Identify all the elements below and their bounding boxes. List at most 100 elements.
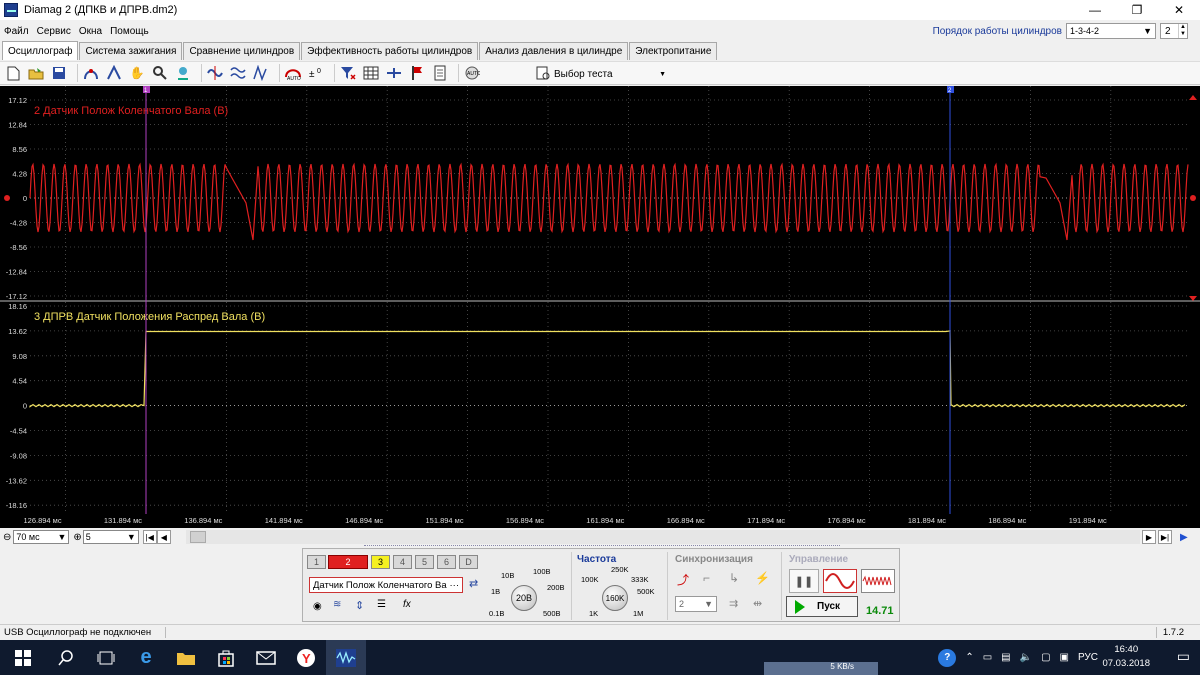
search-icon[interactable]: [46, 640, 86, 675]
notifications-icon[interactable]: ▭: [1177, 648, 1190, 665]
voltage-knob[interactable]: 20В: [511, 585, 537, 611]
peaks-icon[interactable]: [252, 64, 270, 82]
sync-collapse-icon[interactable]: ⇹: [753, 597, 762, 610]
tab-oscilloscope[interactable]: Осциллограф: [2, 41, 79, 60]
cursors-icon[interactable]: [385, 64, 403, 82]
tab-ignition[interactable]: Система зажигания: [79, 42, 183, 60]
help-icon[interactable]: ?: [938, 648, 957, 667]
network-icon[interactable]: ▤: [1001, 652, 1010, 663]
refresh-icon[interactable]: ⇄: [469, 577, 478, 590]
edge-browser-icon[interactable]: e: [126, 640, 166, 675]
channel-d-button[interactable]: D: [459, 555, 478, 569]
save-icon[interactable]: [50, 64, 68, 82]
store-icon[interactable]: [206, 640, 246, 675]
channel-4-button[interactable]: 4: [393, 555, 412, 569]
prev-page-button[interactable]: ◀: [156, 530, 171, 544]
single-mode-button[interactable]: [823, 569, 857, 593]
play-icon[interactable]: ▶: [1180, 532, 1188, 543]
next-page-button[interactable]: ▶: [1142, 530, 1156, 544]
channel-6-button[interactable]: 6: [437, 555, 456, 569]
last-page-button[interactable]: ▶|: [1158, 530, 1172, 544]
ch2-zero-marker-right[interactable]: [1190, 195, 1196, 201]
media-icon[interactable]: ▣: [1060, 652, 1069, 663]
falling-edge-icon[interactable]: ⌐: [703, 571, 710, 585]
sync-channel-select[interactable]: 2 ▼: [675, 596, 717, 612]
hand-pan-icon[interactable]: ✋: [128, 64, 146, 82]
frames-select[interactable]: 5 ▼: [82, 530, 139, 544]
ch2-zero-marker[interactable]: [4, 195, 10, 201]
zoom-in-icon[interactable]: ⊕: [73, 532, 81, 543]
new-file-icon[interactable]: [4, 64, 22, 82]
freq-label-1k: 1K: [589, 609, 599, 618]
stepper-arrows-icon[interactable]: ▲ ▼: [1178, 24, 1187, 38]
channel-2-button[interactable]: 2: [328, 555, 368, 569]
chevron-up-icon[interactable]: ⌃: [965, 652, 973, 663]
channel-name-field[interactable]: Датчик Полож Коленчатого Ва ···: [309, 577, 463, 593]
vertical-scale-icon[interactable]: ⇕: [355, 599, 364, 612]
channel-5-button[interactable]: 5: [415, 555, 434, 569]
close-button[interactable]: ✕: [1158, 0, 1200, 20]
tab-cylinder-compare[interactable]: Сравнение цилиндров: [183, 42, 301, 60]
open-folder-icon[interactable]: [27, 64, 45, 82]
ellipsis-icon[interactable]: ···: [450, 580, 460, 591]
lines-icon[interactable]: ☰: [377, 599, 386, 610]
language-indicator[interactable]: РУС: [1078, 652, 1098, 663]
channel-3-button[interactable]: 3: [371, 555, 390, 569]
file-explorer-icon[interactable]: [166, 640, 206, 675]
horizontal-scrollbar[interactable]: [186, 530, 1140, 544]
wave-filter-icon[interactable]: ≋: [333, 599, 341, 610]
menu-windows[interactable]: Окна: [75, 26, 106, 37]
tab-pressure-analysis[interactable]: Анализ давления в цилиндре: [479, 42, 629, 60]
task-view-icon[interactable]: [86, 640, 126, 675]
tab-power-supply[interactable]: Электропитание: [629, 42, 718, 60]
test-select[interactable]: Выбор теста ▼: [536, 65, 668, 83]
zero-icon[interactable]: ±0: [307, 64, 325, 82]
grid-icon[interactable]: [362, 64, 380, 82]
marker-flag-icon[interactable]: [408, 64, 426, 82]
scroll-up-icon[interactable]: [1189, 95, 1197, 100]
eye-icon[interactable]: ◉: [313, 601, 322, 612]
overlay-icon[interactable]: [229, 64, 247, 82]
timebase-select[interactable]: 70 мс ▼: [13, 530, 70, 544]
pause-button[interactable]: ❚❚: [789, 569, 819, 593]
tab-cylinder-efficiency[interactable]: Эффективность работы цилиндров: [301, 42, 479, 60]
scale-signal-icon[interactable]: [206, 64, 224, 82]
yandex-browser-icon[interactable]: Y: [286, 640, 326, 675]
start-button[interactable]: Пуск: [786, 596, 858, 617]
mail-icon[interactable]: [246, 640, 286, 675]
rising-edge-icon[interactable]: ⤴: [677, 571, 689, 588]
volume-icon[interactable]: 🔈: [1020, 652, 1032, 663]
measure-icon[interactable]: [105, 64, 123, 82]
scroll-thumb[interactable]: [190, 531, 206, 543]
oscilloscope-display[interactable]: 2 Датчик Полож Коленчатого Вала (В) 3 ДП…: [0, 86, 1200, 528]
zoom-icon[interactable]: [151, 64, 169, 82]
edge-down-icon[interactable]: ↳: [729, 571, 739, 585]
fit-icon[interactable]: [174, 64, 192, 82]
zoom-out-icon[interactable]: ⊖: [3, 532, 11, 543]
firing-order-stepper[interactable]: 2 ▲ ▼: [1160, 23, 1188, 39]
frequency-knob[interactable]: 160K: [602, 585, 628, 611]
diamag-app-icon[interactable]: [326, 640, 366, 675]
firing-order-select[interactable]: 1-3-4-2 ▼: [1066, 23, 1156, 39]
minimize-button[interactable]: —: [1074, 0, 1116, 20]
sync-arrows-icon[interactable]: ⇉: [729, 597, 738, 610]
trigger-icon[interactable]: [82, 64, 100, 82]
notes-icon[interactable]: [431, 64, 449, 82]
sync-off-icon[interactable]: ⚡: [755, 571, 770, 585]
function-icon[interactable]: fx: [403, 599, 411, 610]
maximize-button[interactable]: ❐: [1116, 0, 1158, 20]
scroll-down-icon[interactable]: [1189, 296, 1197, 301]
menu-help[interactable]: Помощь: [106, 26, 153, 37]
channel-1-button[interactable]: 1: [307, 555, 326, 569]
menu-service[interactable]: Сервис: [33, 26, 75, 37]
continuous-mode-button[interactable]: [861, 569, 895, 593]
menu-file[interactable]: Файл: [0, 26, 33, 37]
auto-icon[interactable]: AUTO: [284, 64, 302, 82]
clock[interactable]: 16:40 07.03.2018: [1102, 643, 1150, 671]
windows-start-icon[interactable]: [0, 640, 46, 675]
auto-settings-icon[interactable]: AUTO: [463, 64, 481, 82]
device-icon[interactable]: ▢: [1041, 652, 1050, 663]
first-page-button[interactable]: |◀: [142, 530, 157, 544]
filter-icon[interactable]: [339, 64, 357, 82]
tray-app-icon[interactable]: ▭: [983, 652, 992, 663]
